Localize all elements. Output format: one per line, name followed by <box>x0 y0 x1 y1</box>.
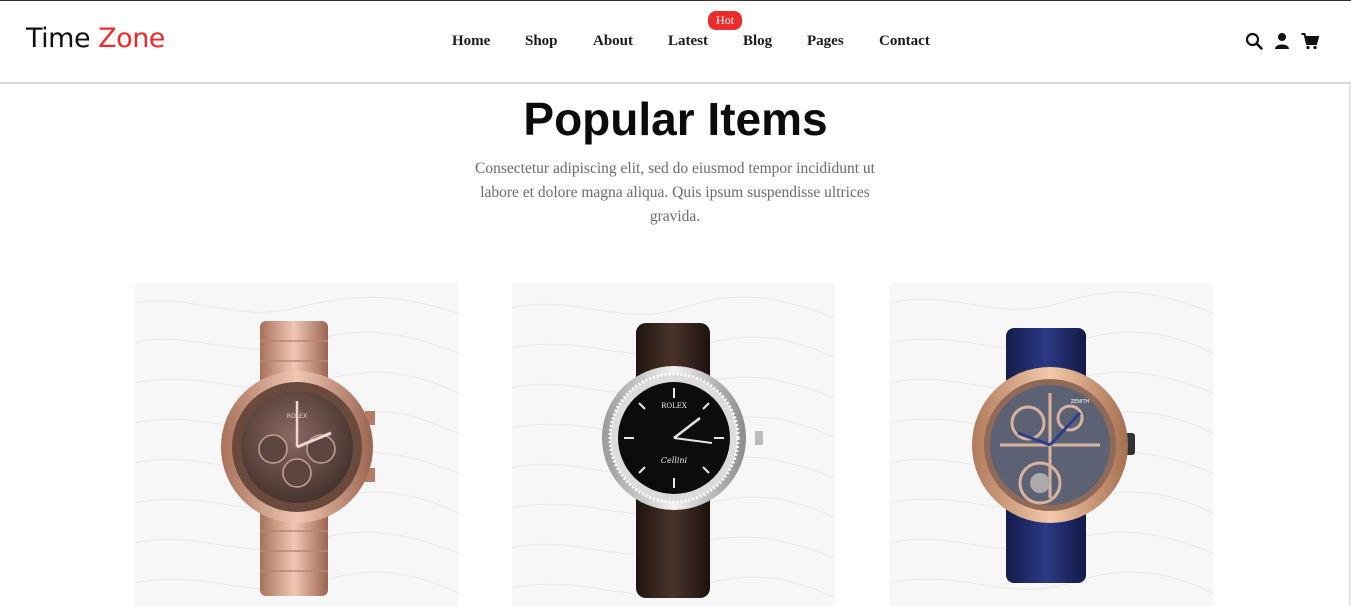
logo-text-zone: Zone <box>98 23 165 54</box>
nav-latest[interactable]: Latest <box>668 33 708 50</box>
black-dial-watch-image: ROLEX Cellini <box>602 323 763 598</box>
dial-script-text: Cellini <box>661 456 688 465</box>
logo-text-time: Time <box>26 23 91 54</box>
section-subtitle: Consectetur adipiscing elit, sed do eius… <box>475 160 875 225</box>
site-logo[interactable]: Time Zone <box>26 23 165 54</box>
dial-brand-text: ZENITH <box>1071 399 1090 405</box>
nav-about[interactable]: About <box>593 33 633 50</box>
header-icons <box>1245 32 1319 50</box>
skeleton-watch-image: ZENITH <box>972 328 1135 583</box>
cart-icon[interactable] <box>1301 32 1319 50</box>
dial-brand-text: ROLEX <box>287 413 307 420</box>
site-header: Time Zone Home Shop About Latest Blog Pa… <box>0 0 1351 84</box>
hot-badge: Hot <box>708 11 742 30</box>
section-title: Popular Items <box>523 93 828 145</box>
product-card[interactable]: ROLEX Cellini <box>512 283 835 606</box>
nav-home[interactable]: Home <box>452 33 490 50</box>
nav-blog[interactable]: Blog <box>743 33 772 50</box>
dial-brand-text: ROLEX <box>661 402 687 410</box>
user-icon[interactable] <box>1273 32 1291 50</box>
nav-shop[interactable]: Shop <box>525 33 558 50</box>
search-icon[interactable] <box>1245 32 1263 50</box>
rose-gold-watch-image: ROLEX <box>221 321 375 596</box>
nav-pages[interactable]: Pages <box>807 33 844 50</box>
product-card[interactable]: ZENITH <box>890 283 1213 606</box>
nav-contact[interactable]: Contact <box>879 33 930 50</box>
product-card[interactable]: ROLEX <box>135 283 458 606</box>
